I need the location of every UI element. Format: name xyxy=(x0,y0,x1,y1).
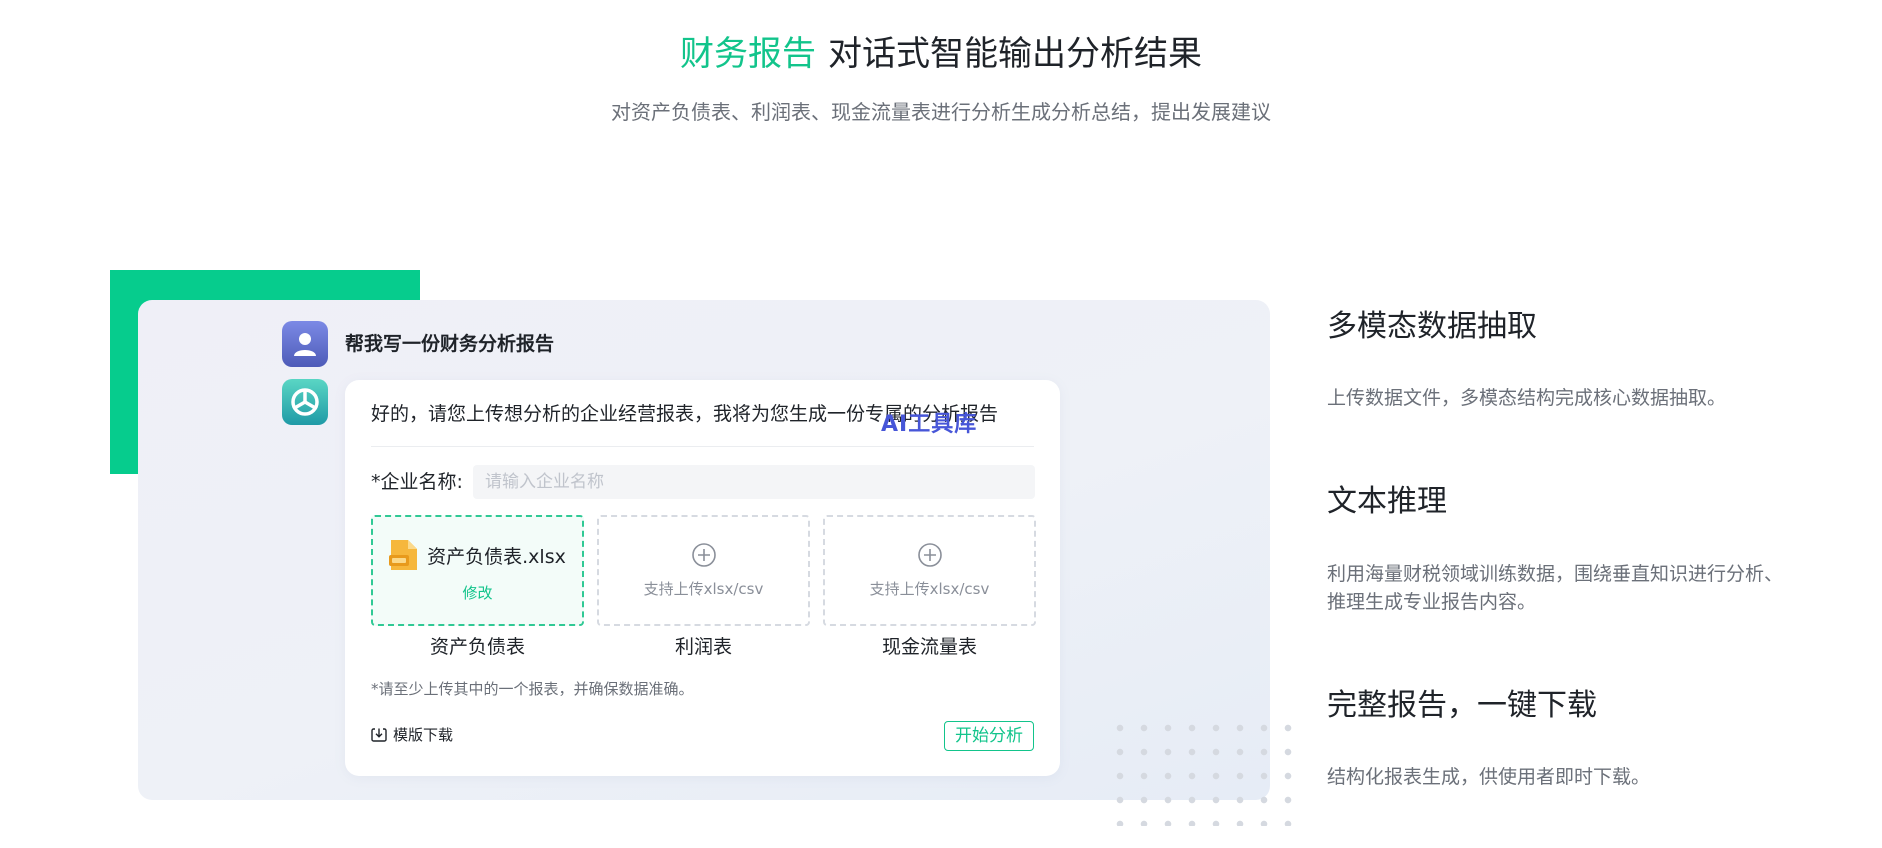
template-download-button[interactable]: 模版下载 xyxy=(371,724,453,745)
page-title-accent: 财务报告 xyxy=(680,34,816,74)
file-row: 资产负债表.xlsx xyxy=(389,538,566,572)
decorative-dot-grid xyxy=(1108,716,1304,826)
plus-circle-icon xyxy=(691,543,716,567)
upload-box-balance-sheet[interactable]: 资产负债表.xlsx 修改 xyxy=(371,515,584,626)
feature-desc-reasoning: 利用海量财税领域训练数据，围绕垂直知识进行分析、推理生成专业报告内容。 xyxy=(1327,563,1784,613)
feature-desc-multimodal: 上传数据文件，多模态结构完成核心数据抽取。 xyxy=(1327,387,1727,409)
feature-desc-download: 结构化报表生成，供使用者即时下载。 xyxy=(1327,766,1651,788)
company-name-input[interactable] xyxy=(473,465,1035,499)
start-analysis-button[interactable]: 开始分析 xyxy=(944,721,1034,751)
bot-logo-icon xyxy=(291,388,319,416)
modify-link[interactable]: 修改 xyxy=(462,582,492,603)
feature-title-download: 完整报告，一键下载 xyxy=(1327,688,1597,723)
page-subtitle: 对资产负债表、利润表、现金流量表进行分析生成分析总结，提出发展建议 xyxy=(611,100,1271,124)
excel-file-icon xyxy=(389,540,418,570)
user-avatar xyxy=(282,321,328,367)
upload-hint: 支持上传xlsx/csv xyxy=(643,580,764,598)
divider xyxy=(371,446,1034,447)
upload-box-income-statement[interactable]: 支持上传xlsx/csv xyxy=(597,515,810,626)
template-download-label: 模版下载 xyxy=(393,726,454,744)
upload-box-cash-flow[interactable]: 支持上传xlsx/csv xyxy=(823,515,1036,626)
uploaded-file-name: 资产负债表.xlsx xyxy=(427,545,566,568)
user-message: 帮我写一份财务分析报告 xyxy=(345,333,555,355)
feature-title-multimodal: 多模态数据抽取 xyxy=(1327,309,1537,344)
caption-cash-flow: 现金流量表 xyxy=(881,636,977,658)
upload-hint: 支持上传xlsx/csv xyxy=(869,580,990,598)
page-title: 财务报告 对话式智能输出分析结果 xyxy=(0,32,1882,76)
plus-circle-icon xyxy=(917,543,942,567)
watermark-logo: AI工具库 xyxy=(881,412,978,437)
bot-avatar xyxy=(282,379,328,425)
feature-title-reasoning: 文本推理 xyxy=(1327,484,1447,519)
analysis-card: 好的，请您上传想分析的企业经营报表，我将为您生成一份专属的分析报告 AI工具库 … xyxy=(345,380,1060,776)
caption-income-statement: 利润表 xyxy=(674,636,732,658)
company-name-label: *企业名称: xyxy=(371,471,463,493)
caption-balance-sheet: 资产负债表 xyxy=(429,636,525,658)
upload-note: *请至少上传其中的一个报表，并确保数据准确。 xyxy=(371,680,694,698)
page-title-rest: 对话式智能输出分析结果 xyxy=(828,34,1202,74)
user-icon xyxy=(294,333,316,356)
download-icon xyxy=(371,727,387,742)
